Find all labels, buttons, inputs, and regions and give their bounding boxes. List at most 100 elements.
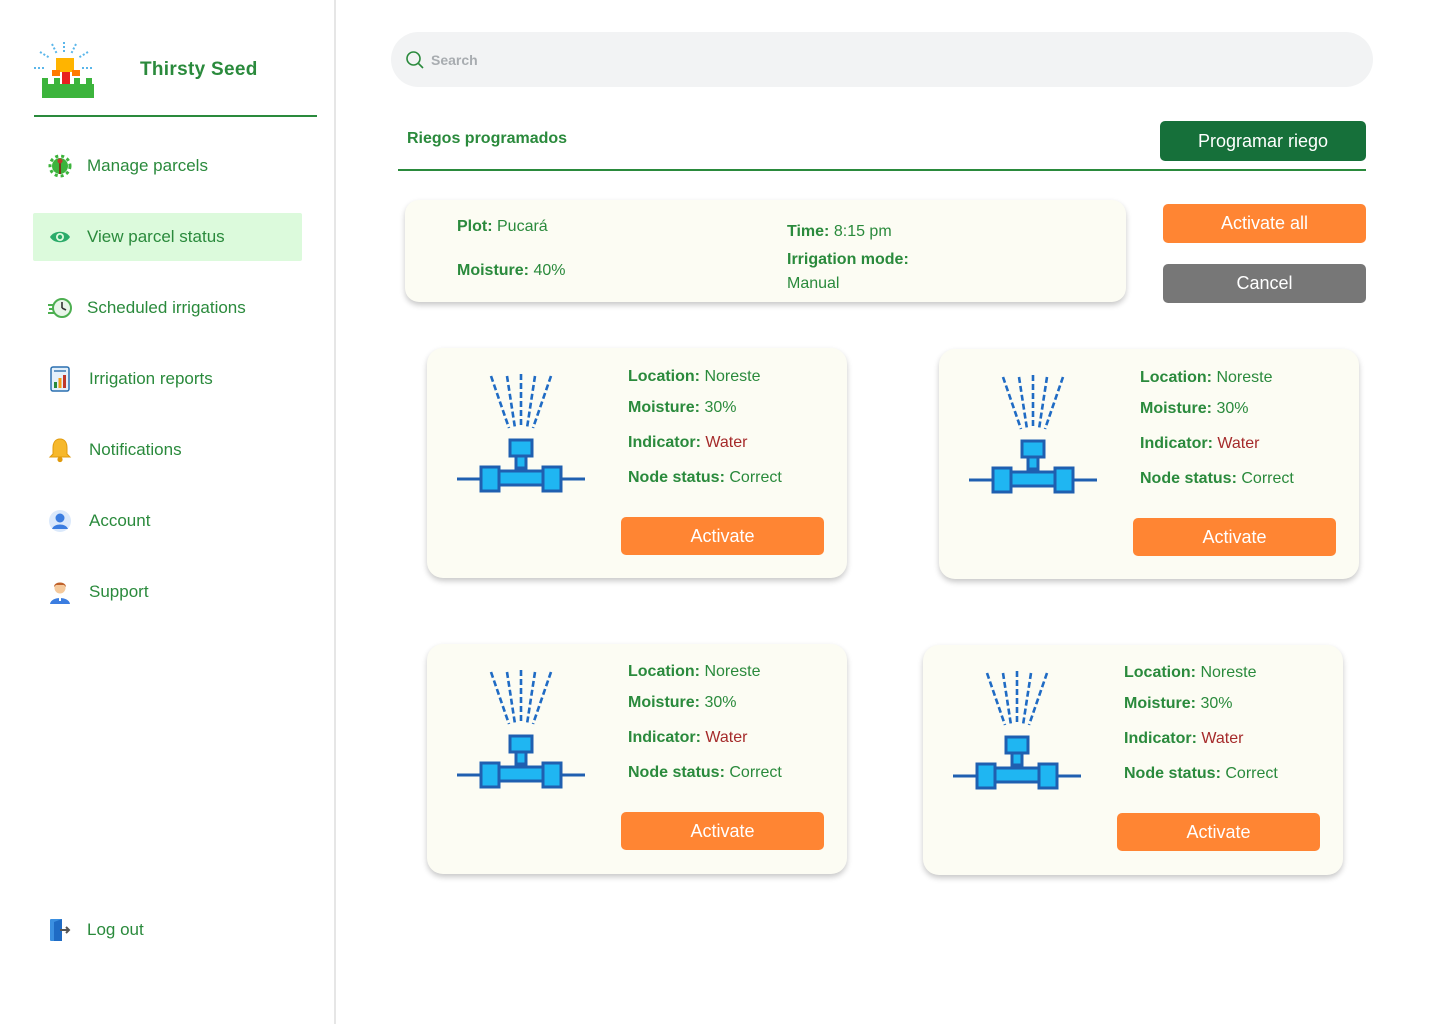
time-value: 8:15 pm: [833, 223, 892, 240]
moisture-label: Moisture:: [457, 262, 529, 279]
indicator-value: Water: [705, 434, 748, 451]
moisture-value: 30%: [1200, 695, 1233, 712]
sprinkler-icon: [457, 670, 585, 789]
moisture-value: 40%: [533, 262, 566, 279]
indicator-field: Indicator: Water: [628, 729, 747, 747]
sidebar-item-account[interactable]: Account: [33, 497, 302, 545]
sidebar-item-label: Scheduled irrigations: [87, 298, 246, 317]
moisture-label: Moisture:: [1140, 400, 1212, 417]
node-status-value: Correct: [1225, 765, 1278, 782]
sidebar-item-logout[interactable]: Log out: [33, 906, 302, 954]
activate-button[interactable]: Activate: [621, 517, 824, 555]
sidebar-item-irrigation-reports[interactable]: Irrigation reports: [33, 355, 302, 403]
logout-icon: [47, 917, 73, 943]
sidebar-item-label: Notifications: [89, 440, 182, 459]
header-divider: [398, 169, 1366, 171]
location-label: Location:: [1124, 664, 1196, 681]
moisture-field: Moisture: 40%: [457, 259, 565, 283]
moisture-value: 30%: [704, 399, 737, 416]
search-bar[interactable]: [391, 32, 1373, 87]
sidebar-item-manage-parcels[interactable]: Manage parcels: [33, 142, 302, 190]
schedule-irrigation-button[interactable]: Programar riego: [1160, 121, 1366, 161]
sidebar-item-label: Account: [89, 511, 151, 530]
node-card: Location: Noreste Moisture: 30% Indicato…: [939, 349, 1359, 579]
indicator-label: Indicator:: [628, 434, 701, 451]
activate-button[interactable]: Activate: [621, 812, 824, 850]
node-status-value: Correct: [729, 764, 782, 781]
moisture-field: Moisture: 30%: [628, 399, 736, 417]
irrigation-mode-label: Irrigation mode:: [787, 251, 909, 268]
location-field: Location: Noreste: [1124, 664, 1256, 682]
irrigation-mode-field: Irrigation mode: Manual: [787, 248, 909, 296]
activate-button[interactable]: Activate: [1117, 813, 1320, 851]
location-field: Location: Noreste: [628, 368, 760, 386]
page-title: Riegos programados: [407, 130, 568, 147]
brand-name: Thirsty Seed: [140, 59, 258, 80]
indicator-label: Indicator:: [628, 729, 701, 746]
moisture-field: Moisture: 30%: [628, 694, 736, 712]
sidebar-item-label: Irrigation reports: [89, 369, 213, 388]
sidebar-item-label: View parcel status: [87, 227, 225, 246]
node-status-label: Node status:: [628, 764, 725, 781]
sprinkler-icon: [969, 375, 1097, 494]
indicator-field: Indicator: Water: [1124, 730, 1243, 748]
moisture-field: Moisture: 30%: [1124, 695, 1232, 713]
activate-all-button[interactable]: Activate all: [1163, 204, 1366, 243]
node-status-field: Node status: Correct: [628, 764, 782, 782]
indicator-field: Indicator: Water: [1140, 435, 1259, 453]
node-status-label: Node status:: [628, 469, 725, 486]
sprinkler-icon: [953, 671, 1081, 790]
sidebar-item-label: Manage parcels: [87, 156, 208, 175]
plot-value: Pucará: [497, 218, 548, 235]
clock-icon: [47, 295, 73, 321]
sidebar-item-support[interactable]: Support: [33, 568, 302, 616]
sidebar-item-view-parcel-status[interactable]: View parcel status: [33, 213, 302, 261]
indicator-label: Indicator:: [1124, 730, 1197, 747]
location-value: Noreste: [704, 368, 761, 385]
location-value: Noreste: [1200, 664, 1257, 681]
eye-icon: [47, 224, 73, 250]
cancel-button[interactable]: Cancel: [1163, 264, 1366, 303]
sidebar: Thirsty Seed Manage parcels View parcel …: [0, 0, 336, 1024]
plot-field: Plot: Pucará: [457, 215, 548, 239]
location-label: Location:: [628, 368, 700, 385]
indicator-value: Water: [705, 729, 748, 746]
schedule-summary-card: Plot: Pucará Moisture: 40% Time: 8:15 pm…: [405, 200, 1126, 302]
indicator-value: Water: [1201, 730, 1244, 747]
location-field: Location: Noreste: [628, 663, 760, 681]
plant-gear-icon: [47, 153, 73, 179]
report-chart-icon: [47, 366, 73, 392]
logo-icon: [34, 42, 94, 98]
indicator-value: Water: [1217, 435, 1260, 452]
moisture-value: 30%: [704, 694, 737, 711]
moisture-label: Moisture:: [628, 694, 700, 711]
time-field: Time: 8:15 pm: [787, 220, 892, 244]
node-status-value: Correct: [1241, 470, 1294, 487]
node-status-field: Node status: Correct: [1140, 470, 1294, 488]
indicator-field: Indicator: Water: [628, 434, 747, 452]
time-label: Time:: [787, 223, 830, 240]
moisture-label: Moisture:: [1124, 695, 1196, 712]
moisture-value: 30%: [1216, 400, 1249, 417]
moisture-field: Moisture: 30%: [1140, 400, 1248, 418]
node-status-field: Node status: Correct: [1124, 765, 1278, 783]
location-value: Noreste: [1216, 369, 1273, 386]
node-status-label: Node status:: [1140, 470, 1237, 487]
activate-button[interactable]: Activate: [1133, 518, 1336, 556]
sprinkler-icon: [457, 374, 585, 493]
sidebar-item-label: Support: [89, 582, 149, 601]
moisture-label: Moisture:: [628, 399, 700, 416]
location-label: Location:: [628, 663, 700, 680]
node-status-field: Node status: Correct: [628, 469, 782, 487]
sidebar-item-scheduled-irrigations[interactable]: Scheduled irrigations: [33, 284, 302, 332]
logout-label: Log out: [87, 920, 144, 939]
location-field: Location: Noreste: [1140, 369, 1272, 387]
user-icon: [47, 508, 73, 534]
sidebar-item-notifications[interactable]: Notifications: [33, 426, 302, 474]
search-input[interactable]: [431, 51, 1331, 68]
brand-divider: [34, 115, 317, 117]
brand[interactable]: Thirsty Seed: [30, 38, 320, 102]
search-icon: [406, 50, 424, 69]
plot-label: Plot:: [457, 218, 493, 235]
support-agent-icon: [47, 579, 73, 605]
